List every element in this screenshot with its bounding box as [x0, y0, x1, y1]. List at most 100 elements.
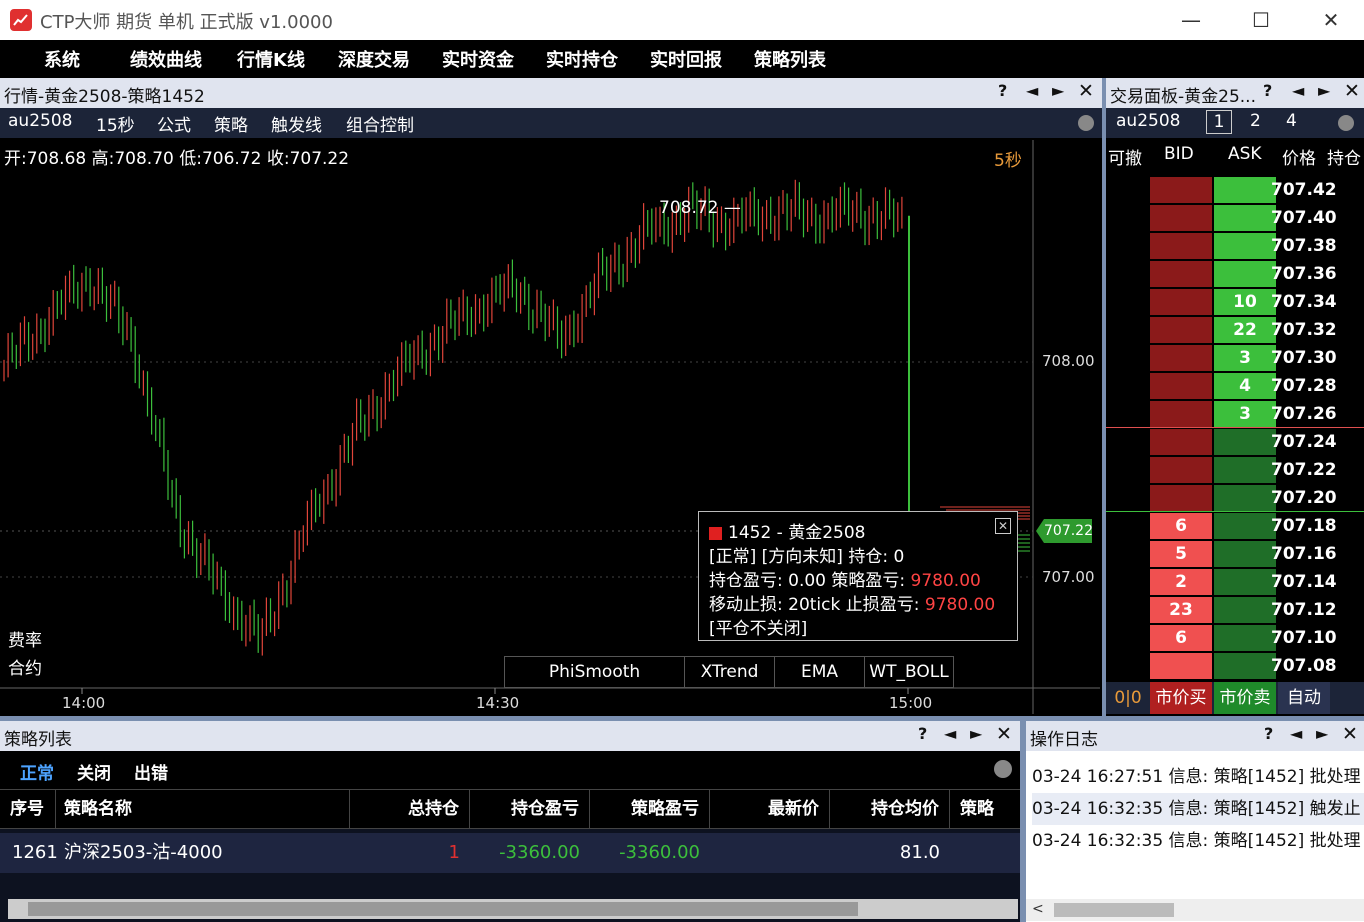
next-button[interactable]: ►	[1316, 724, 1328, 743]
ask-cell[interactable]: 3	[1214, 345, 1276, 371]
col-last-price[interactable]: 最新价	[710, 790, 830, 828]
bid-cell[interactable]	[1150, 401, 1212, 427]
qty-option-4[interactable]: 4	[1286, 111, 1297, 131]
close-panel-button[interactable]: ✕	[1078, 80, 1094, 102]
qty-option-2[interactable]: 2	[1250, 111, 1261, 131]
ask-cell[interactable]	[1214, 457, 1276, 483]
ask-cell[interactable]: 22	[1214, 317, 1276, 343]
scrollbar-thumb[interactable]	[1054, 903, 1174, 917]
ask-cell[interactable]	[1214, 233, 1276, 259]
help-button[interactable]: ?	[1264, 724, 1273, 743]
order-book-row[interactable]: 4 707.28	[1106, 372, 1364, 400]
order-book-row[interactable]: 707.38	[1106, 232, 1364, 260]
ask-cell[interactable]	[1214, 429, 1276, 455]
order-book-row[interactable]: 3 707.26	[1106, 400, 1364, 428]
close-window-button[interactable]: ✕	[1296, 0, 1364, 40]
ask-cell[interactable]	[1214, 261, 1276, 287]
close-panel-button[interactable]: ✕	[1342, 723, 1358, 745]
col-avg-price[interactable]: 持仓均价	[830, 790, 950, 828]
tab-normal[interactable]: 正常	[20, 759, 54, 784]
auto-button[interactable]: 自动	[1278, 682, 1330, 714]
bid-cell[interactable]	[1150, 233, 1212, 259]
bid-cell[interactable]	[1150, 345, 1212, 371]
col-total-position[interactable]: 总持仓	[350, 790, 470, 828]
help-button[interactable]: ?	[1263, 81, 1272, 100]
bid-cell[interactable]: 5	[1150, 541, 1212, 567]
order-book-row[interactable]: 707.42	[1106, 176, 1364, 204]
order-book-row[interactable]: 707.24	[1106, 428, 1364, 456]
ask-cell[interactable]: 10	[1214, 289, 1276, 315]
order-book-row[interactable]: 707.20	[1106, 484, 1364, 512]
tab-error[interactable]: 出错	[134, 759, 168, 784]
prev-button[interactable]: ◄	[1026, 81, 1038, 100]
ask-cell[interactable]	[1214, 597, 1276, 623]
next-button[interactable]: ►	[1052, 81, 1064, 100]
prev-button[interactable]: ◄	[944, 724, 956, 743]
trade-symbol[interactable]: au2508	[1116, 111, 1180, 131]
menu-depth-trading[interactable]: 深度交易	[338, 46, 410, 72]
ask-cell[interactable]	[1214, 485, 1276, 511]
order-book-row[interactable]: 23 707.12	[1106, 596, 1364, 624]
indicator-ema[interactable]: EMA	[775, 657, 865, 687]
combo-control-menu[interactable]: 组合控制	[346, 111, 414, 136]
menu-strategy-list[interactable]: 策略列表	[754, 46, 826, 72]
bid-cell[interactable]: 2	[1150, 569, 1212, 595]
order-book-row[interactable]: 707.36	[1106, 260, 1364, 288]
help-button[interactable]: ?	[918, 724, 927, 743]
close-panel-button[interactable]: ✕	[1344, 80, 1360, 102]
menu-performance-curve[interactable]: 绩效曲线	[130, 46, 202, 72]
bid-cell[interactable]	[1150, 177, 1212, 203]
prev-button[interactable]: ◄	[1292, 81, 1304, 100]
bid-cell[interactable]	[1150, 289, 1212, 315]
market-buy-button[interactable]: 市价买	[1150, 682, 1212, 714]
menu-funds[interactable]: 实时资金	[442, 46, 514, 72]
bid-cell[interactable]	[1150, 485, 1212, 511]
menu-reports[interactable]: 实时回报	[650, 46, 722, 72]
ask-cell[interactable]	[1214, 625, 1276, 651]
bid-cell[interactable]	[1150, 373, 1212, 399]
bid-cell[interactable]	[1150, 205, 1212, 231]
horizontal-scrollbar[interactable]	[8, 899, 1018, 919]
col-name[interactable]: 策略名称	[56, 790, 350, 828]
order-book-row[interactable]: 707.08	[1106, 652, 1364, 680]
table-row[interactable]: 1261 沪深2503-沽-4000 1 -3360.00 -3360.00 8…	[0, 833, 1020, 873]
popup-close-icon[interactable]: ✕	[995, 518, 1011, 534]
order-book-row[interactable]: 6 707.18	[1106, 512, 1364, 540]
ask-cell[interactable]: 3	[1214, 401, 1276, 427]
order-book-row[interactable]: 10 707.34	[1106, 288, 1364, 316]
trigger-line-menu[interactable]: 触发线	[271, 111, 322, 136]
log-horizontal-scrollbar[interactable]: <	[1026, 899, 1364, 921]
indicator-wt-boll[interactable]: WT_BOLL	[865, 657, 953, 687]
scrollbar-thumb[interactable]	[28, 902, 858, 916]
minimize-button[interactable]: —	[1156, 0, 1226, 40]
col-id[interactable]: 序号	[0, 790, 56, 828]
next-button[interactable]: ►	[1318, 81, 1330, 100]
indicator-xtrend[interactable]: XTrend	[685, 657, 775, 687]
order-book-row[interactable]: 3 707.30	[1106, 344, 1364, 372]
menu-system[interactable]: 系统	[44, 46, 80, 72]
close-panel-button[interactable]: ✕	[996, 723, 1012, 745]
qty-option-1[interactable]: 1	[1206, 110, 1232, 134]
ask-cell[interactable]	[1214, 177, 1276, 203]
bid-cell[interactable]	[1150, 261, 1212, 287]
strategy-menu[interactable]: 策略	[214, 111, 248, 136]
bid-cell[interactable]: 23	[1150, 597, 1212, 623]
market-sell-button[interactable]: 市价卖	[1214, 682, 1276, 714]
tab-closed[interactable]: 关闭	[77, 759, 111, 784]
period-selector[interactable]: 15秒	[96, 111, 135, 136]
ask-cell[interactable]	[1214, 569, 1276, 595]
bid-cell[interactable]	[1150, 653, 1212, 679]
symbol-selector[interactable]: au2508	[8, 111, 72, 131]
bid-cell[interactable]	[1150, 317, 1212, 343]
ask-cell[interactable]	[1214, 205, 1276, 231]
menu-kline[interactable]: 行情K线	[237, 46, 305, 72]
order-book-row[interactable]: 707.22	[1106, 456, 1364, 484]
bid-cell[interactable]	[1150, 457, 1212, 483]
next-button[interactable]: ►	[970, 724, 982, 743]
order-book-row[interactable]: 5 707.16	[1106, 540, 1364, 568]
indicator-phismooth[interactable]: PhiSmooth	[505, 657, 685, 687]
col-strategy-pnl[interactable]: 策略盈亏	[590, 790, 710, 828]
bid-cell[interactable]: 6	[1150, 513, 1212, 539]
prev-button[interactable]: ◄	[1290, 724, 1302, 743]
order-book-row[interactable]: 707.40	[1106, 204, 1364, 232]
